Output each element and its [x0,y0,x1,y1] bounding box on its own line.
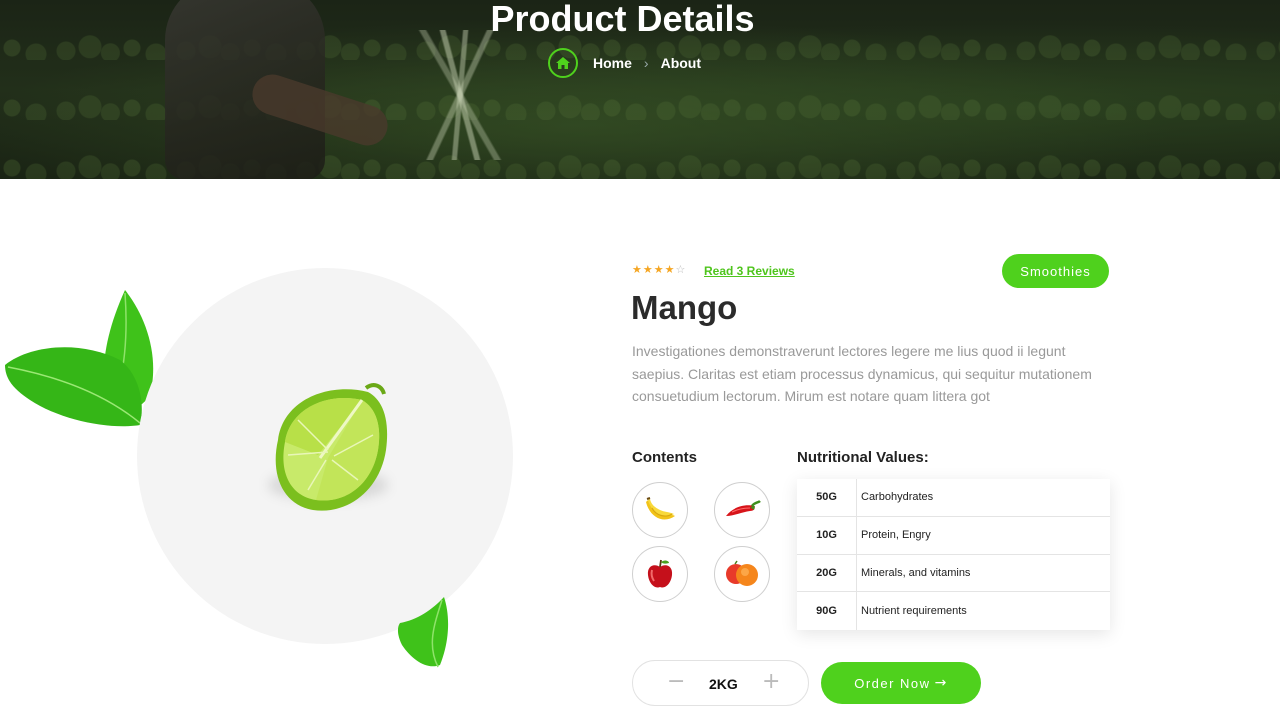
nutrition-label: Protein, Engry [861,529,931,542]
table-row: 90G Nutrient requirements [797,592,1110,630]
nutrition-amount: 50G [797,479,857,516]
content-item-banana [632,482,688,538]
content-item-chili [714,482,770,538]
plus-icon[interactable]: + [762,670,780,694]
home-icon[interactable] [548,48,578,78]
contents-heading: Contents [632,449,697,466]
lime-slice-icon [275,383,388,511]
star-rating: ★ ★ ★ ★ ☆ [632,263,685,277]
mint-leaf-bottom-decoration [397,597,449,668]
nutrition-amount: 20G [797,554,857,592]
breadcrumb-home-link[interactable]: Home [593,55,632,71]
apple-icon [647,559,673,588]
table-row: 10G Protein, Engry [797,516,1110,555]
breadcrumb: Home › About [548,48,701,78]
chili-pepper-icon [726,500,761,516]
star-empty-icon: ☆ [675,264,686,276]
order-now-label: Order Now [854,675,931,691]
product-name: Mango [631,289,738,326]
arrow-right-icon: → [934,675,948,691]
quantity-stepper: − 2KG + [632,660,809,706]
vegetable-stalks [380,30,540,160]
order-now-button[interactable]: Order Now → [821,662,981,704]
nutrition-amount: 90G [797,592,857,630]
nutrition-label: Nutrient requirements [861,605,967,618]
nutrition-label: Carbohydrates [861,491,934,504]
page-hero-banner: Product Details Home › About [0,0,1280,179]
nutrition-amount: 10G [797,516,857,554]
read-reviews-link[interactable]: Read 3 Reviews [704,264,795,278]
star-filled-icon: ★ [664,264,675,276]
quantity-value[interactable]: 2KG [709,676,738,692]
page-title: Product Details [490,0,755,39]
banana-icon [646,497,675,520]
category-badge[interactable]: Smoothies [1002,254,1109,288]
chevron-right-icon: › [643,55,649,71]
product-description: Investigationes demonstraverunt lectores… [632,343,1092,404]
nutrition-heading: Nutritional Values: [797,449,929,466]
table-row: 50G Carbohydrates [797,479,1110,517]
star-filled-icon: ★ [642,264,653,276]
nutrition-table: 50G Carbohydrates 10G Protein, Engry 20G… [797,479,1110,630]
content-item-apple [632,546,688,602]
table-row: 20G Minerals, and vitamins [797,554,1110,593]
minus-icon[interactable]: − [667,670,685,694]
star-filled-icon: ★ [632,264,642,276]
peach-icon [726,560,758,586]
content-item-peach [714,546,770,602]
breadcrumb-current: About [660,55,702,71]
star-filled-icon: ★ [653,264,664,276]
nutrition-label: Minerals, and vitamins [861,566,971,579]
